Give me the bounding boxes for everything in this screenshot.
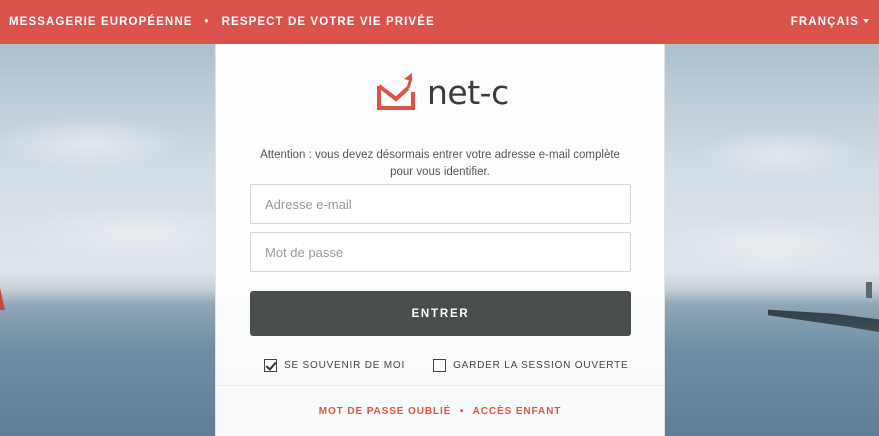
child-access-link[interactable]: ACCÈS ENFANT xyxy=(473,406,562,417)
tagline: MESSAGERIE EUROPÉENNE • RESPECT DE VOTRE… xyxy=(9,16,435,28)
language-label: FRANÇAIS xyxy=(790,16,859,28)
footer-separator: • xyxy=(459,406,465,417)
remember-me-label: SE SOUVENIR DE MOI xyxy=(284,360,406,371)
background-tower xyxy=(866,282,872,298)
keep-session-label: GARDER LA SESSION OUVERTE xyxy=(453,360,629,371)
tagline-european-mail: MESSAGERIE EUROPÉENNE xyxy=(9,16,193,28)
divider xyxy=(216,385,664,386)
logo: net-c xyxy=(375,70,509,114)
remember-me-option[interactable]: SE SOUVENIR DE MOI xyxy=(264,359,405,372)
keep-session-option[interactable]: GARDER LA SESSION OUVERTE xyxy=(433,359,628,372)
login-notice: Attention : vous devez désormais entrer … xyxy=(260,149,620,178)
keep-session-checkbox[interactable] xyxy=(433,359,447,372)
caret-down-icon xyxy=(863,19,869,23)
background-pier xyxy=(768,309,879,332)
login-card: net-c Attention : vous devez désormais e… xyxy=(215,44,665,436)
login-button[interactable]: ENTRER xyxy=(250,291,631,336)
forgot-password-link[interactable]: MOT DE PASSE OUBLIÉ xyxy=(319,406,451,417)
tagline-privacy: RESPECT DE VOTRE VIE PRIVÉE xyxy=(221,16,435,28)
footer-links: MOT DE PASSE OUBLIÉ • ACCÈS ENFANT xyxy=(216,406,664,417)
logo-text: net-c xyxy=(427,72,509,112)
envelope-arrow-icon xyxy=(377,73,415,110)
tagline-separator: • xyxy=(204,16,210,28)
email-field[interactable] xyxy=(250,184,631,224)
top-bar: MESSAGERIE EUROPÉENNE • RESPECT DE VOTRE… xyxy=(0,0,879,44)
language-selector[interactable]: FRANÇAIS xyxy=(791,16,869,28)
remember-me-checkbox[interactable] xyxy=(264,359,277,372)
password-field[interactable] xyxy=(250,232,631,272)
login-options: SE SOUVENIR DE MOI GARDER LA SESSION OUV… xyxy=(264,359,657,372)
